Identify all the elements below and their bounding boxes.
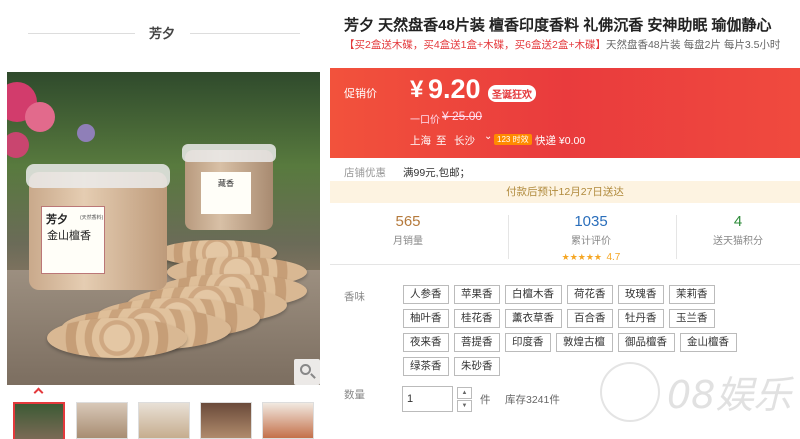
scent-option[interactable]: 牡丹香	[618, 309, 664, 328]
scent-option[interactable]: 桂花香	[454, 309, 500, 328]
points-stat: 4 送天猫积分	[676, 205, 800, 265]
divider	[28, 33, 135, 34]
jar-product: 金山檀香	[47, 229, 91, 242]
points-value: 4	[733, 213, 743, 230]
delivery-time-badge: 123 时效	[494, 134, 532, 145]
original-price-label: 一口价	[410, 115, 440, 126]
scent-option[interactable]: 茉莉香	[669, 285, 715, 304]
incense-jar-back: 藏香	[182, 144, 276, 230]
zoom-icon[interactable]	[294, 359, 320, 385]
rating-value: 4.7	[606, 252, 621, 263]
flower-decoration	[7, 132, 29, 158]
scent-option[interactable]: 印度香	[505, 333, 551, 352]
price-currency: ¥	[410, 76, 424, 103]
flower-decoration	[25, 102, 55, 132]
scent-option[interactable]: 朱砂香	[454, 357, 500, 376]
points-label: 送天猫积分	[713, 236, 763, 247]
chevron-down-icon[interactable]: ⌄	[484, 131, 492, 142]
scent-option[interactable]: 御品檀香	[618, 333, 675, 352]
flower-decoration	[77, 124, 95, 142]
shop-header: 芳夕	[0, 0, 330, 62]
stats-bar: 565 月销量 1035 累计评价 ★★★★★ 4.7 4 送天猫积分	[330, 205, 800, 265]
shop-benefit: 满99元,包邮；	[403, 167, 471, 179]
reviews-stat[interactable]: 1035 累计评价 ★★★★★ 4.7	[508, 205, 674, 265]
scent-option[interactable]: 柚叶香	[403, 309, 449, 328]
promo-price: 9.20	[428, 74, 481, 104]
scent-option[interactable]: 苹果香	[454, 285, 500, 304]
reviews-value[interactable]: 1035	[508, 213, 674, 230]
thumbnail-2[interactable]	[76, 402, 128, 439]
event-badge: 圣诞狂欢	[488, 85, 536, 102]
divider	[190, 33, 300, 34]
thumbnail-5[interactable]	[262, 402, 314, 439]
jar-label-back: 藏香	[201, 172, 251, 214]
thumbnail-4[interactable]	[200, 402, 252, 439]
promo-price-label: 促销价	[344, 88, 377, 100]
scent-option[interactable]: 荷花香	[567, 285, 613, 304]
gallery-column: 芳夕 藏香 芳夕 (天然香料) 金山檀香	[0, 0, 330, 439]
thumbnail-1[interactable]	[13, 402, 65, 439]
promo-text: 【买2盒送木碟，买4盒送1盒+木碟，买6盒送2盒+木碟】天然盘香48片装 每盘2…	[344, 37, 800, 52]
quantity-down-icon[interactable]: ▼	[457, 400, 472, 412]
scent-option[interactable]: 金山檀香	[680, 333, 737, 352]
thumbnail-3[interactable]	[138, 402, 190, 439]
delivery-notice: 付款后预计12月27日送达	[330, 181, 800, 203]
scent-option[interactable]: 人参香	[403, 285, 449, 304]
jar-sub: (天然香料)	[80, 215, 104, 221]
monthly-sales-label: 月销量	[393, 236, 423, 247]
scent-option[interactable]: 菩提香	[454, 333, 500, 352]
monthly-sales-stat: 565 月销量	[330, 205, 486, 265]
scent-label: 香味	[344, 291, 365, 303]
scent-option[interactable]: 敦煌古檀	[556, 333, 613, 352]
product-title: 芳夕 天然盘香48片装 檀香印度香料 礼佛沉香 安神助眠 瑜伽静心	[344, 17, 772, 34]
scent-option[interactable]: 百合香	[567, 309, 613, 328]
scent-option[interactable]: 白檀木香	[505, 285, 562, 304]
stock-count: 库存3241件	[505, 394, 560, 406]
quantity-input[interactable]	[402, 386, 453, 412]
ship-to-word: 至	[436, 135, 447, 147]
shop-name[interactable]: 芳夕	[140, 23, 184, 42]
price-panel: 促销价 ¥ 9.20 圣诞狂欢 一口价 ¥ 25.00 上海 至 长沙 ⌄ 12…	[330, 68, 800, 158]
promo-rest: 天然盘香48片装 每盘2片 每片3.5小时	[605, 39, 781, 51]
shop-benefit-label: 店铺优惠	[344, 167, 386, 179]
quantity-label: 数量	[344, 389, 365, 401]
scent-option[interactable]: 薰衣草香	[505, 309, 562, 328]
scent-option[interactable]: 夜来香	[403, 333, 449, 352]
destination-city-select[interactable]: 长沙	[454, 133, 475, 148]
product-page: 芳夕 藏香 芳夕 (天然香料) 金山檀香 芳夕 天然盘香48片装 檀香印度香料 …	[0, 0, 800, 439]
reviews-label: 累计评价	[571, 236, 611, 247]
original-price: ¥ 25.00	[442, 109, 483, 123]
incense-jar-front: 芳夕 (天然香料) 金山檀香	[26, 164, 170, 290]
scent-option[interactable]: 玉兰香	[669, 309, 715, 328]
monthly-sales-value: 565	[395, 213, 421, 230]
jar-label: 芳夕 (天然香料) 金山檀香	[41, 206, 105, 274]
scent-option[interactable]: 玫瑰香	[618, 285, 664, 304]
incense-coil	[47, 318, 187, 358]
quantity-up-icon[interactable]: ▲	[457, 387, 472, 399]
jar-brand: 芳夕	[46, 213, 68, 226]
scent-option[interactable]: 绿茶香	[403, 357, 449, 376]
watermark-logo-icon	[600, 362, 660, 422]
main-product-photo[interactable]: 藏香 芳夕 (天然香料) 金山檀香	[7, 72, 320, 385]
watermark-text: 08娱乐	[667, 373, 792, 417]
promo-highlight: 【买2盒送木碟，买4盒送1盒+木碟，买6盒送2盒+木碟】	[344, 39, 606, 51]
ship-from: 上海	[410, 135, 431, 147]
quantity-unit: 件	[480, 394, 491, 406]
rating-stars-icon: ★★★★★	[561, 252, 602, 262]
shipping-fee: 快递 ¥0.00	[535, 135, 586, 147]
watermark: 08娱乐	[595, 354, 800, 439]
